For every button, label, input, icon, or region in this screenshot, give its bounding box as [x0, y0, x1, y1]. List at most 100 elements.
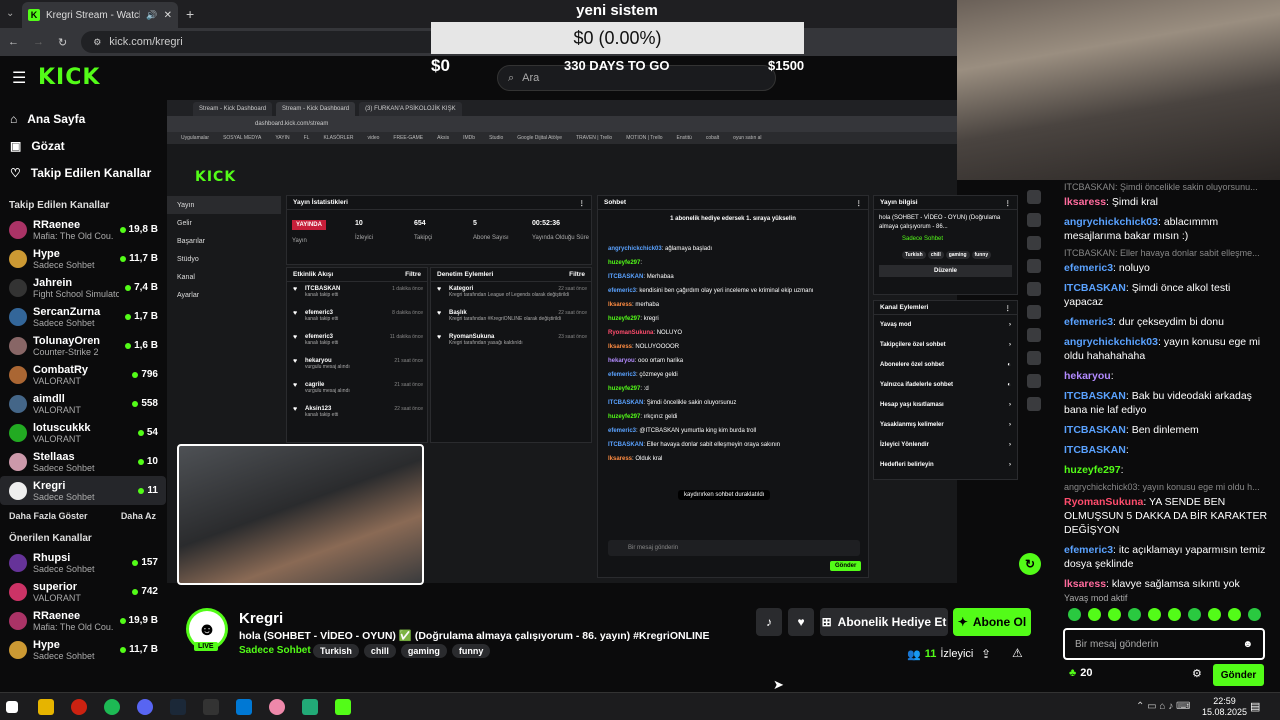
sidebar-channel[interactable]: Rhupsi Sadece Sohbet 157: [0, 548, 166, 577]
tab-close-icon[interactable]: ✕: [164, 10, 172, 21]
url-field[interactable]: ⚙ kick.com/kregri: [81, 31, 442, 53]
spotify-icon[interactable]: [104, 699, 120, 715]
sidebar-channel[interactable]: superior VALORANT 742: [0, 577, 166, 606]
epic-icon[interactable]: [203, 699, 219, 715]
emote-icon[interactable]: [1228, 608, 1241, 621]
sidebar-channel[interactable]: RRaenee Mafia: The Old Cou... 19,8 B: [0, 215, 166, 244]
chat-scroll-icon[interactable]: ↻: [1019, 553, 1041, 575]
chat-username[interactable]: lksaress: [1064, 578, 1106, 590]
tray-icons[interactable]: ⌃ ▭ ⌂ ♪ ⌨: [1136, 701, 1190, 712]
sidebar-channel[interactable]: Hype Sadece Sohbet 11,7 B: [0, 244, 166, 273]
reload-icon[interactable]: ↻: [58, 36, 67, 49]
notification-button[interactable]: ♪: [756, 608, 782, 636]
stream-tag[interactable]: funny: [451, 644, 491, 658]
layout-icon[interactable]: [1027, 351, 1041, 365]
start-icon[interactable]: [6, 701, 18, 713]
emote-icon[interactable]: [1168, 608, 1181, 621]
emoji-icon[interactable]: ☻: [1242, 639, 1253, 650]
nav-home[interactable]: ⌂ Ana Sayfa: [0, 105, 166, 132]
viewer-count-text: 558: [141, 398, 158, 409]
wrench-icon[interactable]: [1027, 374, 1041, 388]
emote-icon[interactable]: [1208, 608, 1221, 621]
chat-send-button[interactable]: Gönder: [1213, 664, 1264, 686]
app-icon[interactable]: [302, 699, 318, 715]
notification-center-icon[interactable]: ▤: [1250, 700, 1260, 713]
emote-icon[interactable]: [1128, 608, 1141, 621]
browser-tab-active[interactable]: K Kregri Stream - Watch Live 🔊 ✕: [22, 2, 178, 28]
pen-icon[interactable]: [1027, 213, 1041, 227]
arrows-icon[interactable]: [1027, 328, 1041, 342]
chat-username[interactable]: efemeric3: [1064, 316, 1113, 328]
nav-browse[interactable]: ▣ Gözat: [0, 132, 166, 159]
chat-input[interactable]: Bir mesaj gönderin ☻: [1063, 628, 1265, 660]
tab-list-icon[interactable]: ⌄: [6, 8, 14, 19]
heart-icon: ♡: [10, 165, 21, 180]
chat-username[interactable]: angrychickchick03: [1064, 336, 1158, 348]
new-tab-button[interactable]: +: [186, 6, 194, 22]
sidebar-channel[interactable]: CombatRy VALORANT 796: [0, 360, 166, 389]
emote-icon[interactable]: [1068, 608, 1081, 621]
chat-username[interactable]: hekaryou: [1064, 370, 1111, 382]
chat-message: ITCBASKAN: Bak bu videodaki arkadaş bana…: [1064, 390, 1252, 416]
info-icon[interactable]: [1027, 190, 1041, 204]
follow-button[interactable]: ♥: [788, 608, 814, 636]
sidebar-channel[interactable]: Jahrein Fight School Simulator 7,4 B: [0, 273, 166, 302]
channel-name[interactable]: Kregri: [239, 610, 283, 627]
expand-icon[interactable]: [1027, 236, 1041, 250]
tool-icon[interactable]: [1027, 397, 1041, 411]
back-icon[interactable]: ←: [8, 36, 19, 48]
sidebar-channel[interactable]: RRaenee Mafia: The Old Cou... 19,9 B: [0, 606, 166, 635]
opera-icon[interactable]: [71, 699, 87, 715]
clock[interactable]: 22:59 15.08.2025: [1202, 696, 1247, 718]
chat-bubble-icon[interactable]: [1027, 305, 1041, 319]
chat-username[interactable]: efemeric3: [1064, 262, 1113, 274]
chat-username[interactable]: ITCBASKAN: [1064, 390, 1126, 402]
emote-icon[interactable]: [1188, 608, 1201, 621]
bolt-icon[interactable]: [1027, 259, 1041, 273]
gift-sub-button[interactable]: ⊞ Abonelik Hediye Et: [820, 608, 948, 636]
subscribe-button[interactable]: ✦ Abone Ol: [953, 608, 1031, 636]
chat-username[interactable]: ITCBASKAN: [1064, 424, 1126, 436]
share-icon[interactable]: ⇪: [981, 647, 991, 661]
chat-username[interactable]: ITCBASKAN: [1064, 282, 1126, 294]
show-less-button[interactable]: Daha Az: [121, 511, 156, 521]
chrome-icon[interactable]: [269, 699, 285, 715]
chat-settings-icon[interactable]: ⚙: [1192, 667, 1202, 680]
menu-icon[interactable]: ☰: [12, 68, 26, 88]
emote-icon[interactable]: [1248, 608, 1261, 621]
explorer-icon[interactable]: [38, 699, 54, 715]
chat-username[interactable]: ITCBASKAN: [1064, 444, 1126, 456]
live-dot-icon: [132, 559, 139, 566]
kick-app-icon[interactable]: [335, 699, 351, 715]
emote-icon[interactable]: [1108, 608, 1121, 621]
chat-username[interactable]: angrychickchick03: [1064, 216, 1158, 228]
sidebar-channel[interactable]: TolunayOren Counter-Strike 2 1,6 B: [0, 331, 166, 360]
report-icon[interactable]: ⚠: [1012, 646, 1023, 660]
nav-following[interactable]: ♡ Takip Edilen Kanallar: [0, 159, 166, 186]
sidebar-channel[interactable]: SercanZurna Sadece Sohbet 1,7 B: [0, 302, 166, 331]
sidebar-channel[interactable]: lotuscukkk VALORANT 54: [0, 418, 166, 447]
forward-icon[interactable]: →: [33, 36, 44, 48]
points-display[interactable]: ♣ 20: [1069, 667, 1092, 679]
sidebar-channel[interactable]: Stellaas Sadece Sohbet 10: [0, 447, 166, 476]
sidebar-channel[interactable]: aimdll VALORANT 558: [0, 389, 166, 418]
stream-tag[interactable]: Turkish: [313, 644, 359, 658]
chat-username[interactable]: efemeric3: [1064, 544, 1113, 556]
vscode-icon[interactable]: [236, 699, 252, 715]
stream-category[interactable]: Sadece Sohbet: [239, 645, 311, 656]
chat-username[interactable]: huzeyfe297: [1064, 464, 1121, 476]
discord-icon[interactable]: [137, 699, 153, 715]
stream-tag[interactable]: chill: [363, 644, 396, 658]
emote-icon[interactable]: [1148, 608, 1161, 621]
chat-username[interactable]: lksaress: [1064, 196, 1106, 208]
show-more-button[interactable]: Daha Fazla Göster: [9, 511, 88, 521]
chat-username[interactable]: RyomanSukuna: [1064, 496, 1143, 508]
shield-icon[interactable]: [1027, 282, 1041, 296]
site-info-icon[interactable]: ⚙: [93, 37, 101, 48]
steam-icon[interactable]: [170, 699, 186, 715]
sidebar-channel[interactable]: Kregri Sadece Sohbet 11: [0, 476, 166, 505]
kick-logo[interactable]: KICK: [38, 65, 100, 90]
sidebar-channel[interactable]: Hype Sadece Sohbet 11,7 B: [0, 635, 166, 664]
stream-tag[interactable]: gaming: [400, 644, 447, 658]
emote-icon[interactable]: [1088, 608, 1101, 621]
